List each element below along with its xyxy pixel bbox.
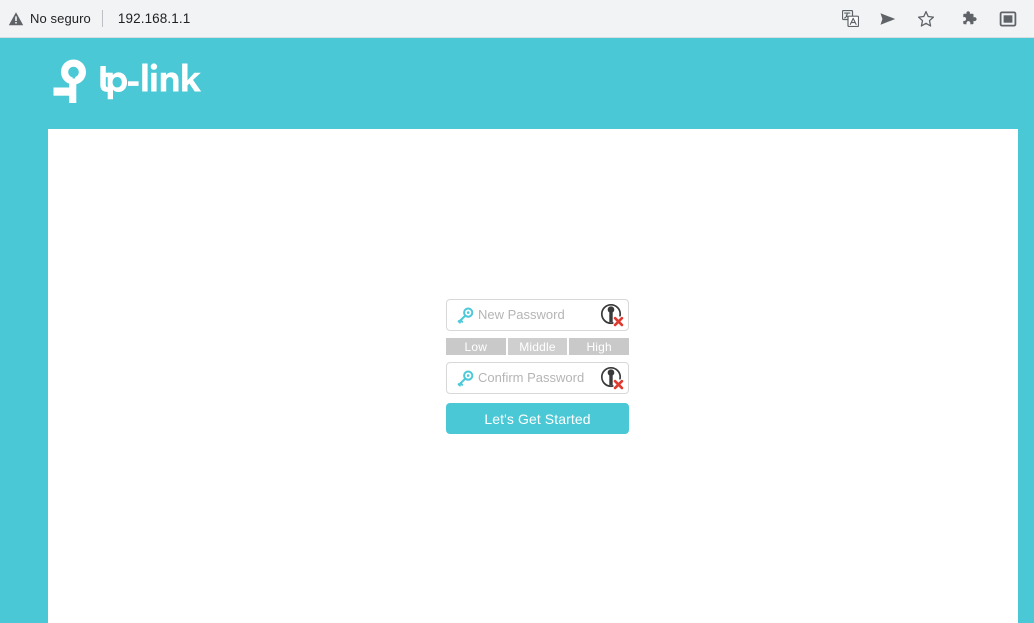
password-strength-meter: Low Middle High: [446, 338, 630, 355]
send-to-devices-icon[interactable]: [872, 3, 904, 35]
key-icon: [456, 307, 474, 325]
broken-image-icon[interactable]: [600, 303, 624, 327]
new-password-field[interactable]: [446, 299, 629, 331]
web-page: Low Middle High Let's Get Started: [0, 38, 1034, 623]
strength-segment-high: High: [569, 338, 630, 355]
tplink-header: [0, 38, 1034, 129]
warning-triangle-icon: [8, 11, 24, 27]
tplink-logo[interactable]: [48, 56, 208, 114]
confirm-password-field[interactable]: [446, 362, 629, 394]
browser-toolbar-actions: [834, 0, 1034, 37]
url-text: 192.168.1.1: [117, 11, 191, 26]
initial-password-form: Low Middle High Let's Get Started: [446, 299, 630, 434]
browser-toolbar: No seguro 192.168.1.1: [0, 0, 1034, 38]
strength-segment-middle: Middle: [507, 338, 568, 355]
sidepanel-icon[interactable]: [992, 3, 1024, 35]
broken-image-icon[interactable]: [600, 366, 624, 390]
strength-segment-low: Low: [446, 338, 506, 355]
bookmark-star-icon[interactable]: [910, 3, 942, 35]
left-accent-rail: [0, 129, 48, 623]
lets-get-started-button[interactable]: Let's Get Started: [446, 403, 629, 434]
key-icon: [456, 370, 474, 388]
extensions-puzzle-icon[interactable]: [954, 3, 986, 35]
address-bar[interactable]: No seguro 192.168.1.1: [0, 0, 834, 37]
right-accent-rail: [1018, 129, 1034, 623]
security-status-label: No seguro: [30, 11, 91, 26]
address-divider: [101, 10, 103, 27]
page-content: Low Middle High Let's Get Started: [48, 129, 1018, 623]
translate-icon[interactable]: [834, 3, 866, 35]
